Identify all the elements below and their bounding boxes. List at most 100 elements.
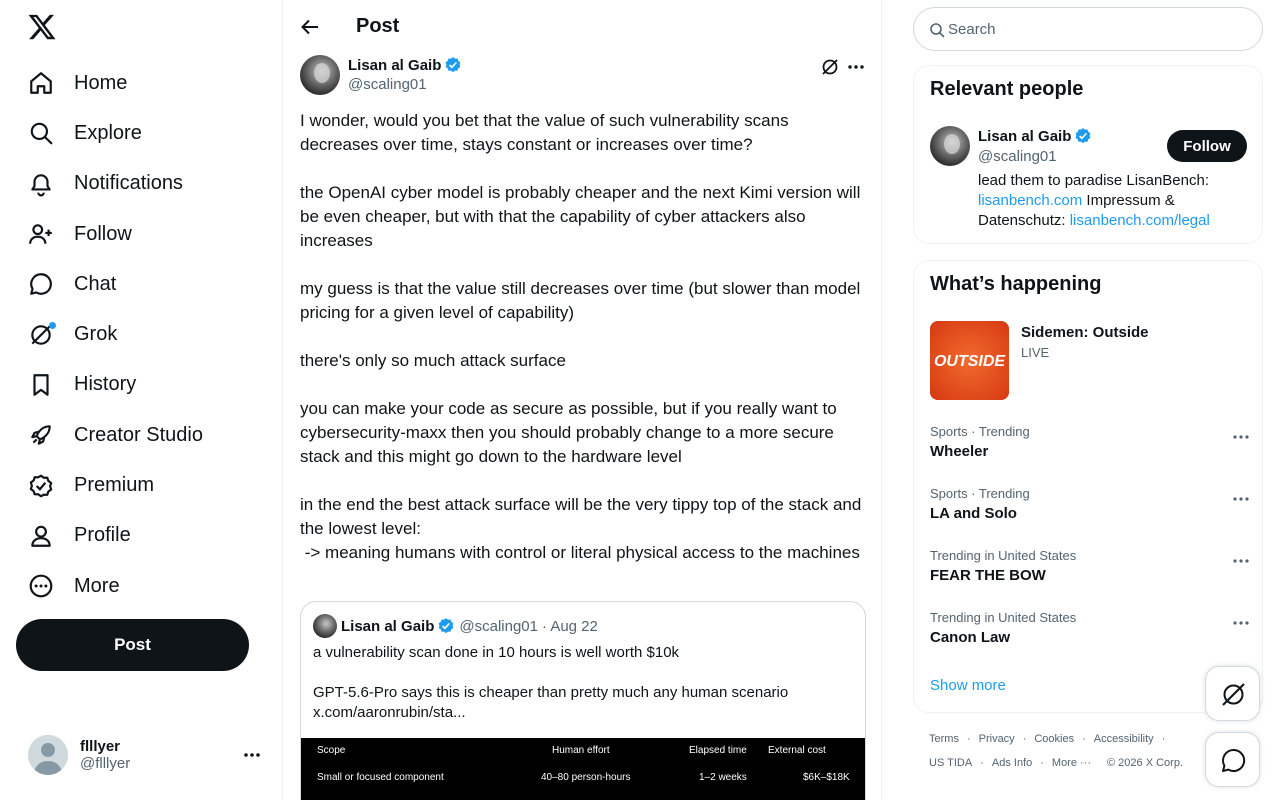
nav-explore[interactable]: Explore: [16, 108, 266, 158]
trend-item[interactable]: Trending in United States Canon Law: [930, 610, 1250, 660]
post-button[interactable]: Post: [16, 619, 249, 671]
more-horizontal-icon[interactable]: [846, 57, 866, 77]
show-more-link[interactable]: Show more: [930, 677, 1006, 694]
table-header-cell: External cost: [768, 745, 826, 756]
x-logo-icon[interactable]: [27, 12, 57, 42]
trend-context: Sports · Trending: [930, 486, 1030, 501]
person-name-text: Lisan al Gaib: [978, 127, 1072, 145]
quoted-post[interactable]: Lisan al Gaib @scaling01 · Aug 22 a vuln…: [300, 601, 866, 800]
footer-link[interactable]: More ···: [1052, 757, 1091, 769]
grok-icon: [28, 321, 56, 348]
home-icon: [28, 70, 54, 96]
footer-link[interactable]: Ads Info: [992, 757, 1032, 769]
quoted-author-handle: @scaling01: [459, 617, 538, 635]
more-horizontal-icon[interactable]: [242, 745, 262, 765]
table-cell: $6K–$18K: [803, 772, 850, 783]
table-cell: 40–80 person-hours: [541, 772, 631, 783]
search-input[interactable]: [948, 8, 1248, 50]
post-header: Post: [284, 0, 881, 54]
nav-more[interactable]: More: [16, 561, 266, 611]
post-text: I wonder, would you bet that the value o…: [300, 111, 862, 562]
table-row: Small or focused component 40–80 person-…: [301, 772, 865, 792]
nav-label: Profile: [74, 524, 131, 547]
trend-context: Trending in United States: [930, 610, 1077, 625]
nav-label: Follow: [74, 222, 132, 245]
trend-item[interactable]: Trending in United States FEAR THE BOW: [930, 548, 1250, 598]
quoted-post-header: Lisan al Gaib @scaling01 · Aug 22: [313, 614, 598, 638]
back-arrow-icon[interactable]: [300, 17, 320, 37]
nav-label: Notifications: [74, 172, 183, 195]
nav-premium[interactable]: Premium: [16, 460, 266, 510]
messages-floating-button[interactable]: [1205, 732, 1260, 787]
trend-name: FEAR THE BOW: [930, 567, 1046, 584]
nav-profile[interactable]: Profile: [16, 511, 266, 561]
account-name: flllyer: [80, 738, 121, 755]
nav-home[interactable]: Home: [16, 58, 266, 108]
nav-label: Chat: [74, 272, 117, 295]
footer-link[interactable]: Cookies: [1034, 733, 1074, 745]
bookmark-icon: [28, 372, 54, 398]
bio-link[interactable]: lisanbench.com/legal: [1070, 212, 1210, 229]
search-icon: [929, 22, 945, 38]
nav-notifications[interactable]: Notifications: [16, 159, 266, 209]
footer-link[interactable]: US TIDA: [929, 757, 972, 769]
nav-chat[interactable]: Chat: [16, 259, 266, 309]
featured-thumbnail: OUTSIDE: [930, 321, 1009, 400]
featured-trend[interactable]: OUTSIDE Sidemen: Outside LIVE: [930, 321, 1248, 401]
nav-follow[interactable]: Follow: [16, 209, 266, 259]
quoted-author-avatar: [313, 614, 337, 638]
author-handle[interactable]: @scaling01: [348, 76, 427, 93]
primary-nav: Home Explore Notifications Follow Chat G…: [16, 58, 266, 611]
trend-item[interactable]: Sports · Trending Wheeler: [930, 424, 1250, 474]
account-switcher[interactable]: flllyer @flllyer: [28, 735, 268, 775]
rocket-icon: [28, 422, 54, 448]
nav-creator-studio[interactable]: Creator Studio: [16, 410, 266, 460]
bell-icon: [28, 171, 54, 197]
person-name[interactable]: Lisan al Gaib: [978, 127, 1092, 145]
nav-label: History: [74, 373, 137, 396]
trend-name: Wheeler: [930, 443, 989, 460]
quoted-post-date: · Aug 22: [541, 617, 598, 635]
nav-label: Home: [74, 71, 128, 94]
nav-history[interactable]: History: [16, 360, 266, 410]
avatar[interactable]: [930, 126, 970, 166]
trend-context: Trending in United States: [930, 548, 1077, 563]
post-detail: Post Lisan al Gaib @scaling01 I wonder, …: [284, 0, 882, 800]
post-author: Lisan al Gaib @scaling01: [300, 55, 866, 95]
trend-name: LA and Solo: [930, 505, 1017, 522]
person-handle[interactable]: @scaling01: [978, 148, 1057, 165]
person-icon: [28, 523, 54, 549]
nav-label: More: [74, 574, 120, 597]
verified-badge-icon: [28, 473, 54, 499]
more-horizontal-icon[interactable]: [1232, 614, 1250, 632]
grok-icon: [1222, 683, 1245, 706]
trend-name: Canon Law: [930, 629, 1011, 646]
more-horizontal-icon[interactable]: [1232, 490, 1250, 508]
more-horizontal-icon[interactable]: [1232, 552, 1250, 570]
nav-label: Grok: [74, 323, 118, 346]
quoted-post-text: a vulnerability scan done in 10 hours is…: [313, 644, 789, 721]
footer-link[interactable]: Accessibility: [1094, 733, 1154, 745]
table-cell: Small or focused component: [317, 772, 444, 783]
chat-bubble-icon: [28, 271, 54, 297]
follow-button[interactable]: Follow: [1167, 130, 1247, 162]
author-name[interactable]: Lisan al Gaib: [348, 56, 462, 74]
footer-link[interactable]: Terms: [929, 733, 959, 745]
verified-icon: [1074, 127, 1092, 145]
relevant-people-card: Relevant people Lisan al Gaib @scaling01…: [913, 65, 1263, 244]
bio-link[interactable]: lisanbench.com: [978, 192, 1082, 209]
page-title: Post: [356, 15, 400, 37]
author-avatar[interactable]: [300, 55, 340, 95]
bio-text: lead them to paradise LisanBench:: [978, 172, 1209, 189]
trend-item[interactable]: Sports · Trending LA and Solo: [930, 486, 1250, 536]
grok-floating-button[interactable]: [1205, 666, 1260, 721]
grok-icon[interactable]: [820, 57, 840, 77]
more-horizontal-icon[interactable]: [1232, 428, 1250, 446]
verified-icon: [444, 56, 462, 74]
trend-context: Sports · Trending: [930, 424, 1030, 439]
table-header-cell: Scope: [317, 745, 346, 756]
search-bar: [913, 7, 1263, 51]
footer-link[interactable]: Privacy: [979, 733, 1015, 745]
left-sidebar: Home Explore Notifications Follow Chat G…: [0, 0, 283, 800]
nav-grok[interactable]: Grok: [16, 309, 266, 359]
